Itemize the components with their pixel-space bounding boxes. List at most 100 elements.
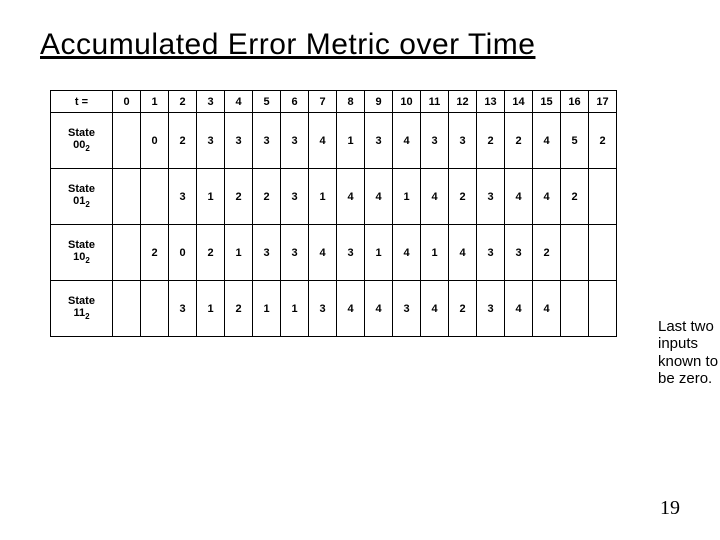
row-label: State102 — [51, 225, 113, 281]
col-head-t14: 14 — [505, 91, 533, 113]
col-head-t6: 6 — [281, 91, 309, 113]
cell: 4 — [533, 169, 561, 225]
cell: 3 — [225, 113, 253, 169]
col-head-t15: 15 — [533, 91, 561, 113]
cell: 1 — [197, 169, 225, 225]
cell: 2 — [225, 169, 253, 225]
cell — [113, 281, 141, 337]
col-head-t8: 8 — [337, 91, 365, 113]
col-head-t10: 10 — [393, 91, 421, 113]
cell: 3 — [281, 225, 309, 281]
cell: 4 — [337, 169, 365, 225]
cell — [113, 169, 141, 225]
metric-table-wrap: t = 01234567891011121314151617 State0020… — [50, 90, 690, 337]
col-head-t9: 9 — [365, 91, 393, 113]
side-note: Last two inputs known to be zero. — [658, 318, 720, 387]
cell: 2 — [533, 225, 561, 281]
cell: 1 — [281, 281, 309, 337]
cell: 4 — [365, 281, 393, 337]
cell: 5 — [561, 113, 589, 169]
cell: 1 — [393, 169, 421, 225]
cell: 2 — [449, 169, 477, 225]
cell: 4 — [337, 281, 365, 337]
cell: 0 — [169, 225, 197, 281]
cell: 3 — [505, 225, 533, 281]
cell — [561, 225, 589, 281]
cell: 3 — [281, 113, 309, 169]
page-title: Accumulated Error Metric over Time — [40, 28, 690, 62]
col-head-t5: 5 — [253, 91, 281, 113]
cell: 2 — [197, 225, 225, 281]
cell: 2 — [141, 225, 169, 281]
cell — [113, 113, 141, 169]
col-head-t1: 1 — [141, 91, 169, 113]
cell — [141, 169, 169, 225]
table-row: State102202133431414332 — [51, 225, 617, 281]
cell: 2 — [477, 113, 505, 169]
col-head-t17: 17 — [589, 91, 617, 113]
cell: 3 — [477, 225, 505, 281]
cell: 4 — [533, 281, 561, 337]
table-body: State00202333341343322452State0123122314… — [51, 113, 617, 337]
col-head-t11: 11 — [421, 91, 449, 113]
cell: 1 — [197, 281, 225, 337]
cell: 2 — [561, 169, 589, 225]
cell: 4 — [309, 113, 337, 169]
col-head-t2: 2 — [169, 91, 197, 113]
row-label: State012 — [51, 169, 113, 225]
table-row: State11231211344342344 — [51, 281, 617, 337]
table-row: State00202333341343322452 — [51, 113, 617, 169]
col-head-t3: 3 — [197, 91, 225, 113]
cell: 4 — [393, 225, 421, 281]
cell: 4 — [421, 281, 449, 337]
cell: 3 — [365, 113, 393, 169]
col-head-t12: 12 — [449, 91, 477, 113]
slide: Accumulated Error Metric over Time t = 0… — [0, 0, 720, 540]
cell — [589, 281, 617, 337]
cell — [141, 281, 169, 337]
cell: 3 — [477, 169, 505, 225]
cell: 3 — [169, 281, 197, 337]
header-label: t = — [51, 91, 113, 113]
cell: 3 — [281, 169, 309, 225]
cell: 1 — [337, 113, 365, 169]
cell: 1 — [309, 169, 337, 225]
table-row: State012312231441423442 — [51, 169, 617, 225]
cell: 1 — [421, 225, 449, 281]
row-label: State002 — [51, 113, 113, 169]
page-number: 19 — [0, 497, 680, 520]
cell: 4 — [449, 225, 477, 281]
cell: 3 — [421, 113, 449, 169]
cell — [113, 225, 141, 281]
cell: 3 — [477, 281, 505, 337]
cell: 3 — [169, 169, 197, 225]
col-head-t7: 7 — [309, 91, 337, 113]
cell: 3 — [197, 113, 225, 169]
cell: 3 — [337, 225, 365, 281]
col-head-t13: 13 — [477, 91, 505, 113]
table-head: t = 01234567891011121314151617 — [51, 91, 617, 113]
cell: 4 — [393, 113, 421, 169]
cell: 4 — [505, 281, 533, 337]
cell — [589, 169, 617, 225]
cell: 2 — [589, 113, 617, 169]
cell: 2 — [505, 113, 533, 169]
cell: 2 — [225, 281, 253, 337]
cell: 4 — [365, 169, 393, 225]
col-head-t4: 4 — [225, 91, 253, 113]
cell: 3 — [449, 113, 477, 169]
row-label: State112 — [51, 281, 113, 337]
cell: 3 — [253, 113, 281, 169]
cell: 4 — [421, 169, 449, 225]
cell — [589, 225, 617, 281]
col-head-t0: 0 — [113, 91, 141, 113]
col-head-t16: 16 — [561, 91, 589, 113]
header-row: t = 01234567891011121314151617 — [51, 91, 617, 113]
cell: 4 — [505, 169, 533, 225]
cell: 2 — [169, 113, 197, 169]
cell: 3 — [253, 225, 281, 281]
cell: 3 — [393, 281, 421, 337]
cell: 1 — [225, 225, 253, 281]
cell: 4 — [309, 225, 337, 281]
cell — [561, 281, 589, 337]
